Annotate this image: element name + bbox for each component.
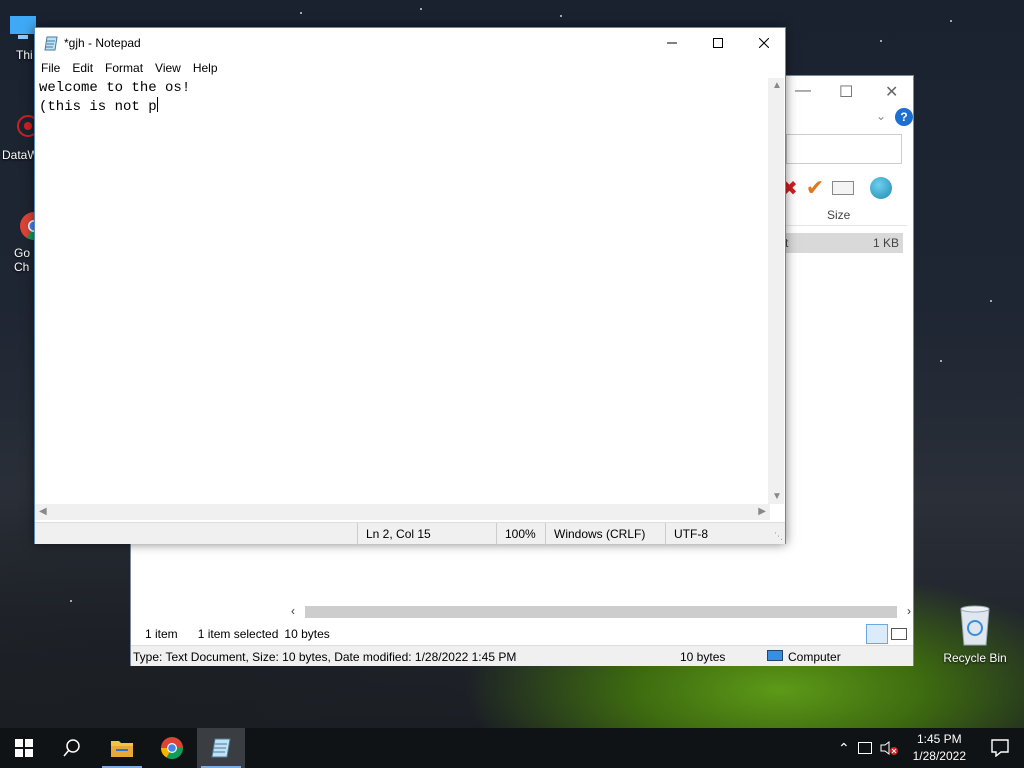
file-size: 1 KB <box>872 236 899 250</box>
menu-edit[interactable]: Edit <box>66 58 99 78</box>
search-input[interactable] <box>786 134 902 164</box>
scroll-down-icon[interactable]: ▼ <box>772 491 782 502</box>
menu-view[interactable]: View <box>149 58 187 78</box>
taskbar: ⌃ 1:45 PM 1/28/2022 <box>0 728 1024 768</box>
action-center-button[interactable] <box>976 728 1024 768</box>
envelope-icon[interactable] <box>832 181 855 195</box>
globe-icon[interactable] <box>870 177 893 199</box>
file-explorer-taskbar-button[interactable] <box>98 728 146 768</box>
line-ending: Windows (CRLF) <box>545 523 665 545</box>
scroll-right-icon[interactable]: ▶ <box>758 506 766 517</box>
column-header: Size <box>781 204 907 226</box>
vertical-scrollbar[interactable]: ▲ ▼ <box>768 78 784 504</box>
scroll-left-icon[interactable]: ‹ <box>291 604 295 618</box>
horizontal-scrollbar[interactable]: ‹ › <box>291 604 911 620</box>
checkmark-icon[interactable]: ✔ <box>806 175 824 201</box>
windows-icon <box>15 739 33 757</box>
help-icon[interactable]: ? <box>895 108 913 126</box>
scroll-thumb[interactable] <box>305 606 897 618</box>
folder-icon <box>111 741 133 757</box>
large-icons-view-icon[interactable] <box>891 628 907 640</box>
menu-file[interactable]: File <box>35 58 66 78</box>
notepad-icon <box>44 35 60 51</box>
computer-icon <box>767 650 783 661</box>
scroll-up-icon[interactable]: ▲ <box>772 80 782 91</box>
scroll-left-icon[interactable]: ◀ <box>39 506 47 517</box>
selected-size: 10 bytes <box>284 627 330 641</box>
chrome-taskbar-button[interactable] <box>148 728 196 768</box>
notepad-icon <box>211 738 231 758</box>
desktop-icon-label: Recycle Bin <box>943 651 1007 665</box>
start-button[interactable] <box>0 728 48 768</box>
details-view-icon[interactable] <box>866 624 888 644</box>
details-size: 10 bytes <box>680 650 726 664</box>
datawarrior-icon <box>4 110 39 144</box>
menu-help[interactable]: Help <box>187 58 224 78</box>
search-icon <box>63 739 80 757</box>
menu-format[interactable]: Format <box>99 58 149 78</box>
details-location: Computer <box>788 650 841 664</box>
window-title: *gjh - Notepad <box>64 36 141 50</box>
expand-ribbon-icon[interactable]: ⌄ <box>876 109 886 123</box>
item-count: 1 item <box>145 627 178 641</box>
search-button[interactable] <box>48 728 96 768</box>
title-bar[interactable]: *gjh - Notepad <box>35 28 785 58</box>
status-bar: Ln 2, Col 15 100% Windows (CRLF) UTF-8 ⋱ <box>35 522 785 545</box>
menu-bar: File Edit Format View Help <box>35 58 224 78</box>
notepad-window[interactable]: *gjh - Notepad File Edit Format View Hel… <box>34 27 786 545</box>
encoding: UTF-8 <box>665 523 769 545</box>
file-row[interactable]: t 1 KB <box>781 233 903 253</box>
maximize-button[interactable] <box>695 28 741 58</box>
notepad-taskbar-button[interactable] <box>197 728 245 768</box>
cursor-position: Ln 2, Col 15 <box>357 523 497 545</box>
recycle-bin-icon <box>955 603 995 647</box>
network-icon[interactable] <box>857 742 872 754</box>
explorer-toolbar: ✖ ✔ <box>781 175 893 201</box>
clock[interactable]: 1:45 PM 1/28/2022 <box>913 731 966 765</box>
scroll-right-icon[interactable]: › <box>907 604 911 618</box>
selected-count: 1 item selected <box>197 627 279 641</box>
text-caret <box>156 97 158 112</box>
close-button[interactable] <box>741 28 787 58</box>
column-size[interactable]: Size <box>827 208 850 222</box>
close-button[interactable]: ✕ <box>885 82 898 102</box>
maximize-button[interactable]: ☐ <box>839 82 853 102</box>
clock-date: 1/28/2022 <box>912 749 966 763</box>
horizontal-scrollbar[interactable]: ◀ ▶ <box>35 504 770 520</box>
volume-muted-icon[interactable] <box>880 741 898 755</box>
clock-time: 1:45 PM <box>916 732 962 746</box>
details-bar: Type: Text Document, Size: 10 bytes, Dat… <box>131 645 913 666</box>
details-info: Type: Text Document, Size: 10 bytes, Dat… <box>133 650 517 664</box>
zoom-level: 100% <box>496 523 546 545</box>
minimize-button[interactable]: — <box>795 82 811 100</box>
resize-grip-icon[interactable]: ⋱ <box>774 531 783 542</box>
chrome-icon <box>161 737 183 759</box>
text-editor[interactable]: welcome to the os! (this is not p <box>35 78 770 504</box>
notification-icon <box>991 739 1009 757</box>
chrome-icon <box>4 208 48 242</box>
desktop-icon-recycle-bin[interactable]: Recycle Bin <box>940 603 1010 665</box>
show-hidden-icons-icon[interactable]: ⌃ <box>838 740 850 757</box>
editor-content: welcome to the os! (this is not p <box>39 80 191 115</box>
minimize-button[interactable] <box>649 28 695 58</box>
status-bar: 1 item 1 item selected 10 bytes <box>131 624 913 644</box>
